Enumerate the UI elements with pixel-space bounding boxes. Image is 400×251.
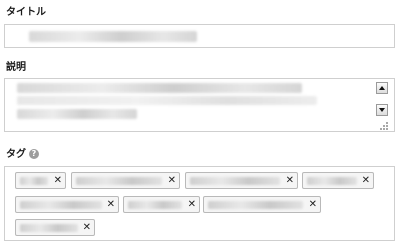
description-redacted-line-1 xyxy=(17,83,302,93)
tag-redacted-text xyxy=(76,177,162,185)
help-icon[interactable]: ? xyxy=(29,149,39,159)
tags-label: タグ xyxy=(6,149,26,160)
tag-item: ✕ xyxy=(15,172,66,189)
description-redacted-line-2 xyxy=(17,96,317,105)
title-label: タイトル xyxy=(6,7,46,18)
scroll-down-button[interactable] xyxy=(376,104,388,116)
tag-redacted-text xyxy=(20,201,102,209)
resize-handle[interactable] xyxy=(380,122,390,131)
tag-remove-button[interactable]: ✕ xyxy=(83,221,91,235)
title-input[interactable] xyxy=(4,24,395,48)
tag-item: ✕ xyxy=(185,172,298,189)
tag-redacted-text xyxy=(20,177,48,185)
tag-redacted-text xyxy=(307,177,357,185)
tag-redacted-text xyxy=(128,201,182,209)
tag-redacted-text xyxy=(208,201,303,209)
title-redacted-text xyxy=(29,31,197,42)
tag-redacted-text xyxy=(190,177,280,185)
tag-remove-button[interactable]: ✕ xyxy=(362,174,370,188)
scroll-up-button[interactable] xyxy=(376,82,388,94)
tag-remove-button[interactable]: ✕ xyxy=(286,174,294,188)
tag-item: ✕ xyxy=(15,196,119,213)
tag-item: ✕ xyxy=(15,219,95,236)
tag-item: ✕ xyxy=(302,172,374,189)
tags-input[interactable]: ✕ ✕ ✕ ✕ ✕ ✕ ✕ ✕ xyxy=(4,166,395,241)
tag-remove-button[interactable]: ✕ xyxy=(168,174,176,188)
tag-remove-button[interactable]: ✕ xyxy=(188,198,196,212)
tag-redacted-text xyxy=(20,224,78,232)
tag-remove-button[interactable]: ✕ xyxy=(309,198,317,212)
tag-item: ✕ xyxy=(123,196,200,213)
description-textarea[interactable] xyxy=(4,78,395,132)
description-redacted-line-3 xyxy=(17,109,137,119)
tag-item: ✕ xyxy=(71,172,180,189)
tag-remove-button[interactable]: ✕ xyxy=(107,198,115,212)
tag-item: ✕ xyxy=(203,196,321,213)
tag-remove-button[interactable]: ✕ xyxy=(54,174,62,188)
description-label: 説明 xyxy=(6,62,26,73)
